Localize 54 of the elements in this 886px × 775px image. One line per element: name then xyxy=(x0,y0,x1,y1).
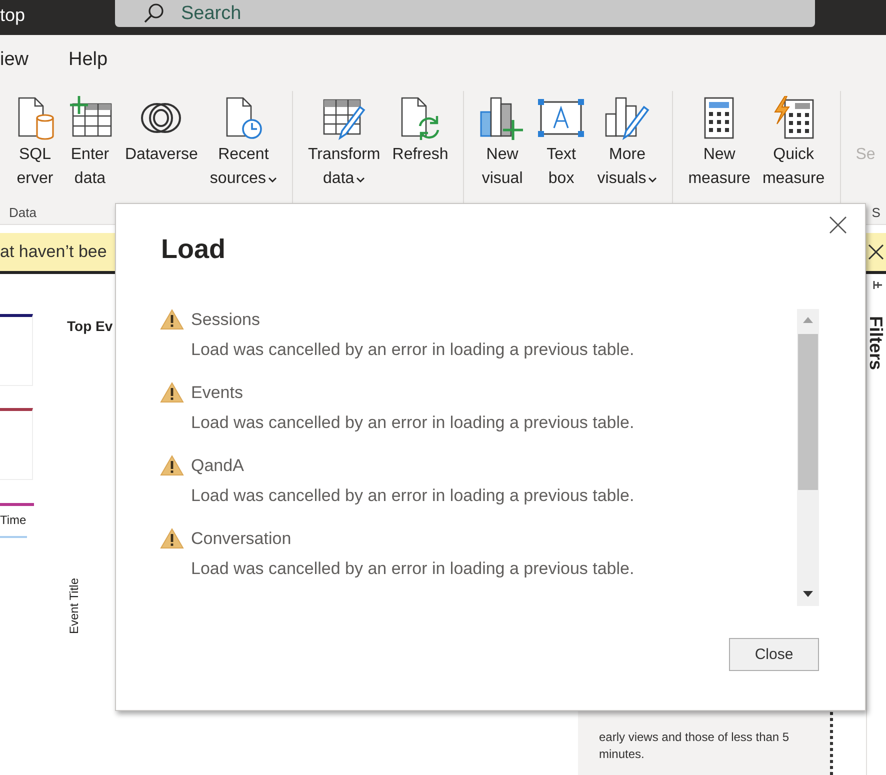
group-label: Data xyxy=(9,204,36,222)
note-text: early views and those of less than 5 minutes. xyxy=(599,729,790,763)
caret-icon xyxy=(356,174,366,184)
scrollbar[interactable] xyxy=(797,309,819,606)
scrollbar-thumb[interactable] xyxy=(798,334,818,490)
text-box-icon xyxy=(537,98,586,138)
search-icon xyxy=(143,2,165,24)
bar-chart-pencil-icon xyxy=(604,96,650,140)
collapse-icon[interactable] xyxy=(873,280,883,290)
ribbon-button[interactable]: More visuals xyxy=(591,91,664,193)
bar-chart-icon xyxy=(479,96,526,140)
ribbon-button[interactable]: Quick measure xyxy=(756,91,831,193)
visual-title: Top Ev xyxy=(67,318,113,334)
notification-text: at haven’t bee xyxy=(0,242,107,262)
table-name: Sessions xyxy=(191,310,260,330)
scroll-up-icon xyxy=(803,316,813,323)
error-message: Load was cancelled by an error in loading a previous table. xyxy=(191,340,636,360)
error-message: Load was cancelled by an error in loading a previous table. xyxy=(191,486,636,506)
axis-title: Event Title xyxy=(67,578,81,634)
ribbon-button[interactable]: Transform data xyxy=(302,91,386,193)
ribbon-button[interactable]: Dataverse xyxy=(119,91,204,169)
warning-icon xyxy=(160,528,184,549)
dialog-title: Load xyxy=(161,234,226,265)
menu-tab[interactable]: Help xyxy=(68,49,108,71)
group-label: S xyxy=(872,204,880,222)
accent-bar xyxy=(0,503,34,506)
scroll-down-icon xyxy=(803,591,813,598)
window-title: top xyxy=(0,5,26,26)
ribbon-button[interactable]: Refresh xyxy=(386,91,454,169)
legend-line xyxy=(0,536,27,538)
ribbon-button[interactable]: Enter data xyxy=(61,91,119,193)
search-field[interactable]: Search xyxy=(115,0,815,27)
close-button[interactable] xyxy=(827,214,849,236)
warning-icon xyxy=(160,382,184,403)
caret-icon xyxy=(648,174,658,184)
filters-title: Filters xyxy=(867,316,885,370)
menu-tab[interactable]: iew xyxy=(0,49,29,71)
table-name: QandA xyxy=(191,456,244,476)
ribbon-button[interactable]: Recent sources xyxy=(204,91,283,193)
table-name: Conversation xyxy=(191,528,292,548)
ribbon-button[interactable]: SQL erver xyxy=(9,91,61,193)
warning-icon xyxy=(160,455,184,476)
legend-label: Time xyxy=(0,513,26,527)
error-message: Load was cancelled by an error in loading a previous table. xyxy=(191,559,636,579)
error-message: Load was cancelled by an error in loading a previous table. xyxy=(191,413,636,433)
table-name: Events xyxy=(191,382,243,402)
caret-icon xyxy=(268,174,277,184)
ribbon-button[interactable]: New visual xyxy=(473,91,532,193)
close-button[interactable]: Close xyxy=(729,638,819,671)
close-button[interactable] xyxy=(866,244,886,260)
calculator-lightning-icon xyxy=(772,96,815,140)
ribbon-button[interactable]: New measure xyxy=(682,91,756,193)
ribbon-button[interactable]: Text box xyxy=(531,91,592,193)
warning-icon xyxy=(160,309,184,330)
